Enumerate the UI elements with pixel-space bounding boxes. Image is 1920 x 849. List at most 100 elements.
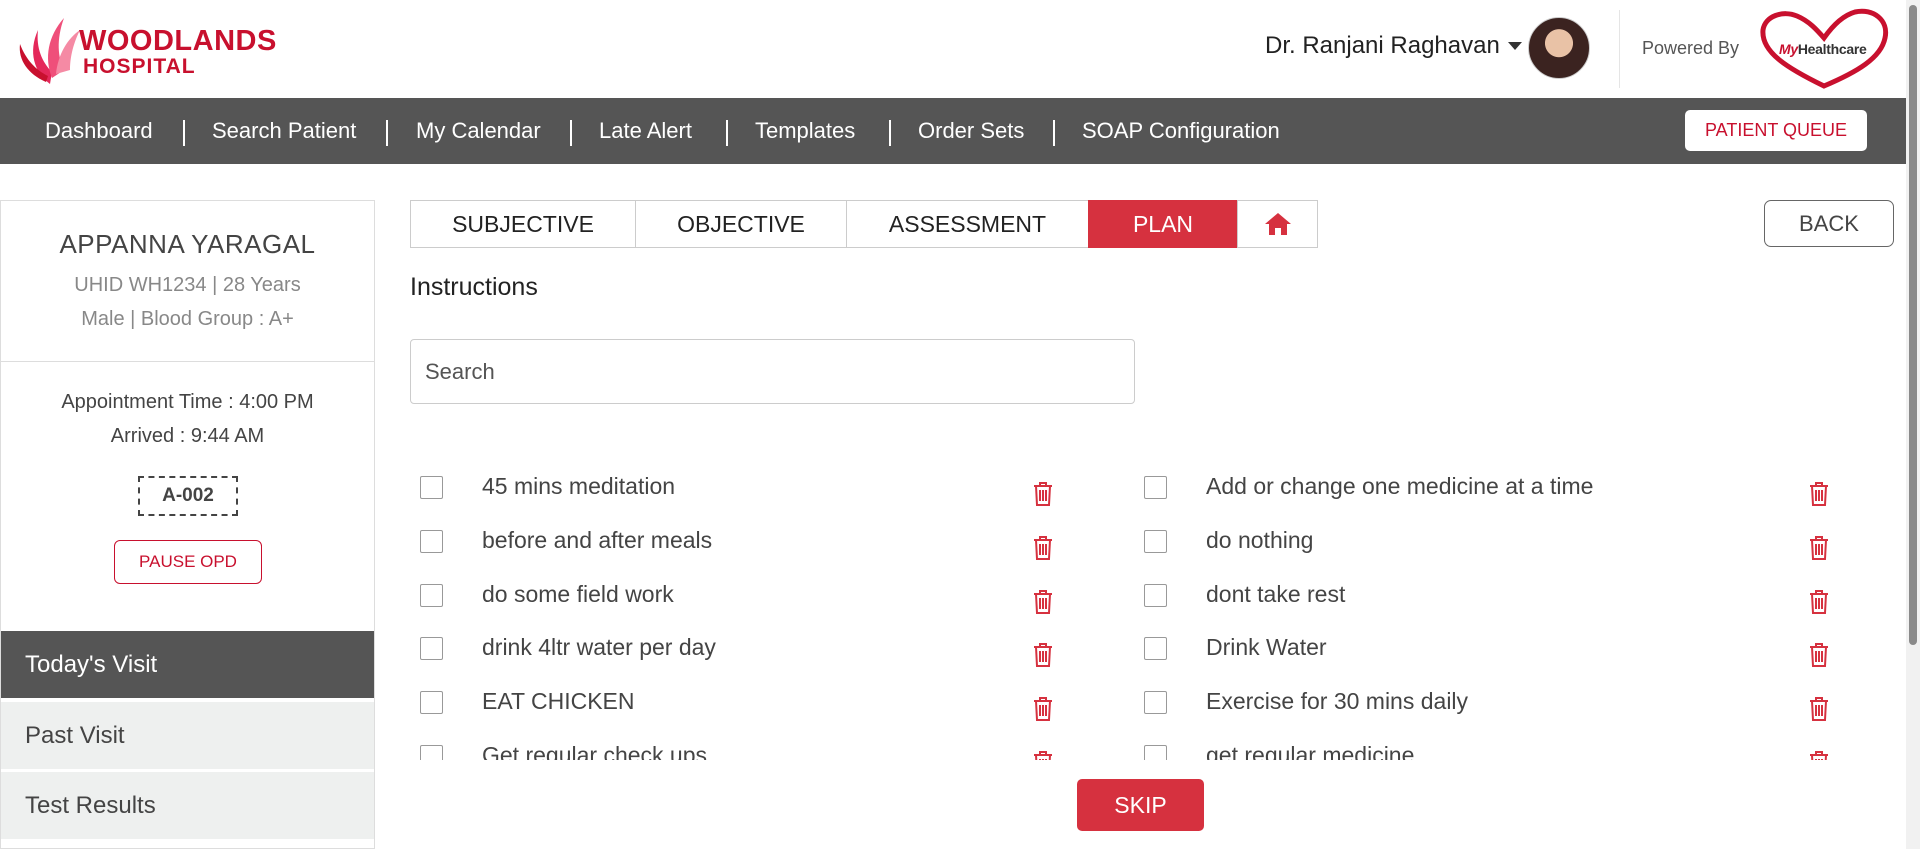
instruction-label: Exercise for 30 mins daily — [1206, 688, 1469, 714]
list-item: do nothing — [1134, 524, 1844, 564]
list-item: 45 mins meditation — [410, 470, 1070, 510]
nav-divider — [386, 120, 388, 146]
nav-divider — [183, 120, 185, 146]
instruction-label: 45 mins meditation — [482, 473, 676, 499]
myhealthcare-wordmark: MyHealthcare — [1779, 41, 1867, 57]
instruction-checkbox[interactable] — [1144, 637, 1167, 660]
doctor-menu[interactable]: Dr. Ranjani Raghavan — [1265, 32, 1522, 60]
trash-icon[interactable] — [1032, 535, 1054, 561]
patient-name: APPANNA YARAGAL — [59, 229, 316, 259]
token-badge: A-002 — [138, 476, 238, 516]
trash-icon[interactable] — [1808, 481, 1830, 507]
instruction-label: dont take rest — [1206, 581, 1346, 607]
instruction-checkbox[interactable] — [1144, 691, 1167, 714]
patient-uhid: UHID WH1234 | 28 Years — [74, 274, 301, 296]
main-nav: Dashboard Search Patient My Calendar Lat… — [0, 98, 1920, 164]
instructions-search-input[interactable] — [410, 339, 1135, 404]
trash-icon[interactable] — [1808, 642, 1830, 668]
nav-order-sets[interactable]: Order Sets — [918, 118, 1024, 144]
arrived-time: Arrived : 9:44 AM — [110, 425, 265, 447]
nav-dashboard[interactable]: Dashboard — [45, 118, 153, 144]
tab-plan[interactable]: PLAN — [1088, 200, 1238, 248]
doctor-name: Dr. Ranjani Raghavan — [1265, 32, 1500, 59]
app-header: WOODLANDS HOSPITAL Dr. Ranjani Raghavan … — [0, 0, 1920, 98]
instruction-label: do nothing — [1206, 527, 1314, 553]
list-item: get regular medicine — [1134, 739, 1844, 760]
trash-icon[interactable] — [1032, 696, 1054, 722]
trash-icon[interactable] — [1808, 696, 1830, 722]
panel-divider — [1, 361, 374, 362]
avatar[interactable] — [1528, 17, 1590, 79]
appointment-time: Appointment Time : 4:00 PM — [61, 391, 314, 413]
list-item: Drink Water — [1134, 631, 1844, 671]
patient-queue-button[interactable]: PATIENT QUEUE — [1685, 110, 1867, 151]
instruction-checkbox[interactable] — [420, 637, 443, 660]
instruction-label: Drink Water — [1206, 634, 1327, 660]
list-item: Exercise for 30 mins daily — [1134, 685, 1844, 725]
nav-late-alert[interactable]: Late Alert — [599, 118, 692, 144]
nav-soap-configuration[interactable]: SOAP Configuration — [1082, 118, 1280, 144]
tab-subjective[interactable]: SUBJECTIVE — [410, 200, 636, 248]
instruction-checkbox[interactable] — [1144, 530, 1167, 553]
instruction-label: EAT CHICKEN — [482, 688, 635, 714]
sidebar-item-todays-visit[interactable]: Today's Visit — [1, 631, 374, 698]
trash-icon[interactable] — [1808, 750, 1830, 760]
tab-home[interactable] — [1237, 200, 1318, 248]
nav-templates[interactable]: Templates — [755, 118, 855, 144]
brand-line2: HOSPITAL — [83, 55, 196, 78]
sidebar-item-test-results[interactable]: Test Results — [1, 772, 374, 839]
list-item: before and after meals — [410, 524, 1070, 564]
instruction-checkbox[interactable] — [420, 530, 443, 553]
instruction-label: get regular medicine — [1206, 742, 1415, 760]
scrollbar-thumb[interactable] — [1909, 5, 1917, 645]
patient-gender-blood: Male | Blood Group : A+ — [81, 308, 294, 330]
nav-divider — [726, 120, 728, 146]
tab-objective[interactable]: OBJECTIVE — [635, 200, 847, 248]
nav-divider — [570, 120, 572, 146]
instruction-checkbox[interactable] — [420, 584, 443, 607]
patient-panel: APPANNA YARAGAL UHID WH1234 | 28 Years M… — [0, 200, 375, 849]
instruction-checkbox[interactable] — [420, 745, 443, 760]
nav-search-patient[interactable]: Search Patient — [212, 118, 356, 144]
nav-divider — [1053, 120, 1055, 146]
list-item: dont take rest — [1134, 578, 1844, 618]
instruction-checkbox[interactable] — [420, 476, 443, 499]
home-icon — [1264, 213, 1291, 235]
page-scrollbar[interactable] — [1906, 0, 1920, 849]
hospital-brand: WOODLANDS HOSPITAL — [79, 26, 277, 78]
caret-down-icon — [1507, 42, 1522, 50]
list-item: Add or change one medicine at a time — [1134, 470, 1844, 510]
list-item: Get regular check ups — [410, 739, 1070, 760]
header-divider — [1619, 10, 1620, 88]
instructions-heading: Instructions — [410, 273, 538, 301]
tab-assessment[interactable]: ASSESSMENT — [846, 200, 1089, 248]
trash-icon[interactable] — [1808, 535, 1830, 561]
list-item: do some field work — [410, 578, 1070, 618]
trash-icon[interactable] — [1032, 481, 1054, 507]
trash-icon[interactable] — [1032, 750, 1054, 760]
sidebar-item-past-visit[interactable]: Past Visit — [1, 702, 374, 769]
list-item: drink 4ltr water per day — [410, 631, 1070, 671]
instruction-label: do some field work — [482, 581, 674, 607]
instruction-label: drink 4ltr water per day — [482, 634, 716, 660]
woodlands-logo-icon — [19, 18, 80, 84]
instruction-checkbox[interactable] — [1144, 745, 1167, 760]
instruction-checkbox[interactable] — [420, 691, 443, 714]
powered-by-label: Powered By — [1642, 38, 1740, 58]
soap-tabs: SUBJECTIVE OBJECTIVE ASSESSMENT PLAN — [410, 200, 1318, 248]
trash-icon[interactable] — [1808, 589, 1830, 615]
nav-my-calendar[interactable]: My Calendar — [416, 118, 541, 144]
instruction-checkbox[interactable] — [1144, 584, 1167, 607]
trash-icon[interactable] — [1032, 642, 1054, 668]
instruction-checkbox[interactable] — [1144, 476, 1167, 499]
skip-button[interactable]: SKIP — [1077, 779, 1204, 831]
back-button[interactable]: BACK — [1764, 200, 1894, 247]
list-item: EAT CHICKEN — [410, 685, 1070, 725]
instruction-label: before and after meals — [482, 527, 713, 553]
trash-icon[interactable] — [1032, 589, 1054, 615]
instructions-list: 45 mins meditation before and after meal… — [410, 460, 1880, 760]
brand-line1: WOODLANDS — [79, 25, 277, 57]
instruction-label: Add or change one medicine at a time — [1206, 473, 1594, 499]
pause-opd-button[interactable]: PAUSE OPD — [114, 540, 262, 584]
instruction-label: Get regular check ups — [482, 742, 708, 760]
